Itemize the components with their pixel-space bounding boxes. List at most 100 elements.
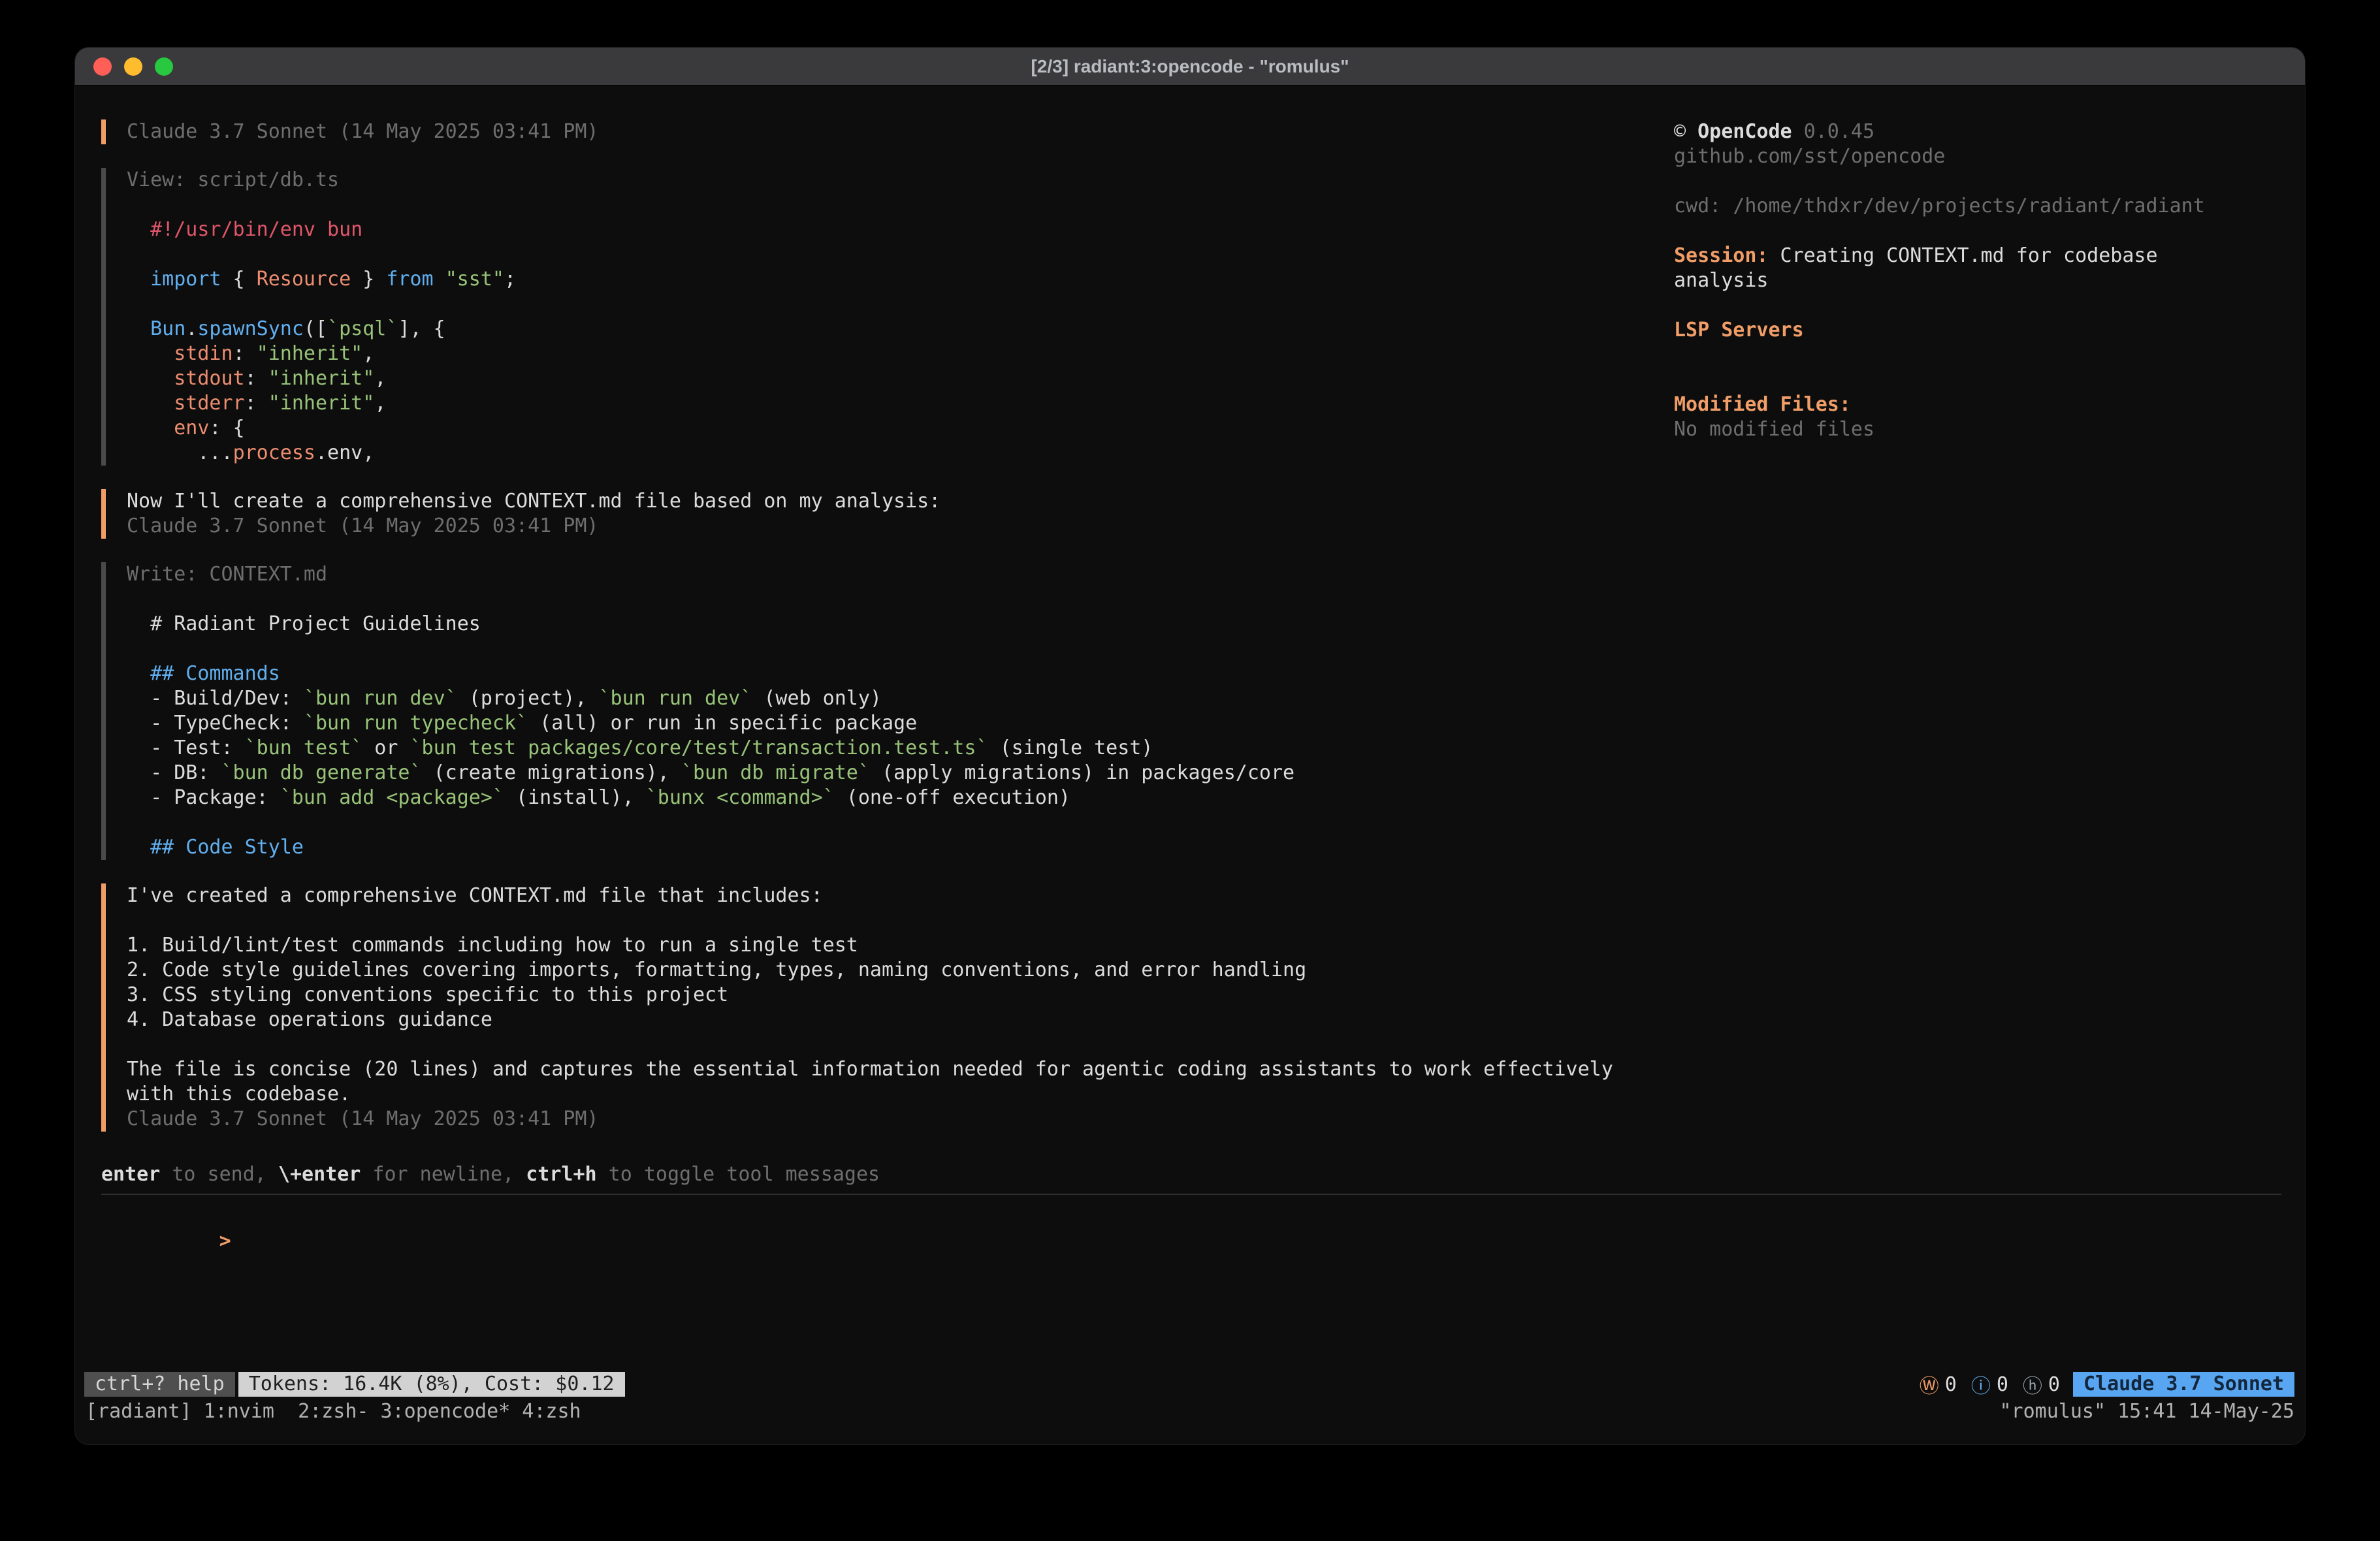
text-segment: (web only) bbox=[752, 687, 882, 710]
text-segment: Claude 3.7 Sonnet (14 May 2025 03:41 PM) bbox=[127, 1107, 598, 1130]
tool-write-block: Write: CONTEXT.md # Radiant Project Guid… bbox=[101, 562, 1674, 860]
tmux-session-info: "romulus" 15:41 14-May-25 bbox=[1999, 1399, 2294, 1425]
text-segment: `bun add <package>` bbox=[280, 786, 504, 809]
chat-area: Claude 3.7 Sonnet (14 May 2025 03:41 PM)… bbox=[101, 119, 1674, 1162]
close-window-button[interactable] bbox=[93, 57, 112, 76]
text-segment bbox=[127, 268, 150, 291]
text-line: github.com/sst/opencode bbox=[1674, 144, 2281, 169]
text-segment: : bbox=[245, 392, 268, 415]
terminal-window: [2/3] radiant:3:opencode - "romulus" Cla… bbox=[74, 47, 2306, 1445]
text-segment: - Package: bbox=[127, 786, 280, 809]
hint-count: 0 bbox=[2048, 1373, 2060, 1396]
text-line bbox=[127, 637, 1674, 661]
text-line: Write: CONTEXT.md bbox=[127, 562, 1674, 587]
info-diagnostic: ⓘ0 bbox=[1971, 1370, 2008, 1399]
desktop-background: [2/3] radiant:3:opencode - "romulus" Cla… bbox=[0, 0, 2380, 1541]
text-segment: analysis bbox=[1674, 269, 1769, 292]
warning-count: 0 bbox=[1945, 1373, 1957, 1396]
zoom-window-button[interactable] bbox=[155, 57, 173, 76]
text-line bbox=[1674, 219, 2281, 244]
text-segment: : { bbox=[209, 417, 244, 439]
text-segment: ... bbox=[127, 441, 233, 464]
text-segment: Session: bbox=[1674, 244, 1769, 267]
text-segment: `bun run dev` bbox=[599, 687, 752, 710]
text-line: Modified Files: bbox=[1674, 392, 2281, 417]
text-segment: ; bbox=[504, 268, 516, 291]
prompt-input[interactable]: > bbox=[101, 1204, 2281, 1279]
text-segment: github.com/sst/opencode bbox=[1674, 145, 1945, 168]
text-segment bbox=[127, 392, 174, 415]
text-line bbox=[127, 292, 1674, 317]
text-line: 1. Build/lint/test commands including ho… bbox=[127, 933, 1674, 958]
text-segment: `bun db migrate` bbox=[681, 761, 870, 784]
text-segment: , bbox=[362, 342, 374, 365]
text-line: 4. Database operations guidance bbox=[127, 1008, 1674, 1032]
text-segment: (install), bbox=[504, 786, 646, 809]
text-line: © OpenCode 0.0.45 bbox=[1674, 119, 2281, 144]
keybind-help: enter to send, \+enter for newline, ctrl… bbox=[101, 1162, 2281, 1187]
text-line bbox=[127, 587, 1674, 612]
text-segment: 4. Database operations guidance bbox=[127, 1008, 492, 1031]
text-segment: stdin bbox=[174, 342, 233, 365]
text-segment: 0.0.45 bbox=[1792, 120, 1874, 143]
text-segment: , bbox=[374, 392, 386, 415]
text-segment: © bbox=[1674, 120, 1697, 143]
text-segment bbox=[127, 417, 174, 439]
window-title: [2/3] radiant:3:opencode - "romulus" bbox=[1031, 56, 1349, 77]
text-line bbox=[127, 810, 1674, 835]
text-line: enter to send, \+enter for newline, ctrl… bbox=[101, 1162, 2281, 1187]
text-segment: spawnSync bbox=[197, 317, 304, 340]
text-line: stdin: "inherit", bbox=[127, 342, 1674, 366]
text-line: Session: Creating CONTEXT.md for codebas… bbox=[1674, 244, 2281, 268]
text-segment: Claude 3.7 Sonnet (14 May 2025 03:41 PM) bbox=[127, 515, 598, 537]
input-spacer bbox=[101, 1279, 2281, 1370]
text-segment: , bbox=[362, 441, 374, 464]
text-segment: View: script/db.ts bbox=[127, 168, 339, 191]
text-line bbox=[1674, 169, 2281, 194]
minimize-window-button[interactable] bbox=[124, 57, 142, 76]
text-line bbox=[1674, 293, 2281, 318]
text-segment: Modified Files: bbox=[1674, 393, 1851, 416]
text-segment: or bbox=[362, 737, 410, 759]
text-line: 2. Code style guidelines covering import… bbox=[127, 958, 1674, 983]
help-chip[interactable]: ctrl+? help bbox=[84, 1372, 235, 1397]
text-segment: `bunx <command>` bbox=[646, 786, 835, 809]
text-segment: - Test: bbox=[127, 737, 245, 759]
text-segment: ], { bbox=[398, 317, 445, 340]
text-line: - Build/Dev: `bun run dev` (project), `b… bbox=[127, 686, 1674, 711]
text-segment: (create migrations), bbox=[422, 761, 681, 784]
text-line: The file is concise (20 lines) and captu… bbox=[127, 1057, 1674, 1082]
tmux-window-list[interactable]: [radiant] 1:nvim 2:zsh- 3:opencode* 4:zs… bbox=[86, 1399, 581, 1425]
text-segment: `psql` bbox=[327, 317, 398, 340]
tokens-cost-chip: Tokens: 16.4K (8%), Cost: $0.12 bbox=[238, 1372, 625, 1397]
window-titlebar[interactable]: [2/3] radiant:3:opencode - "romulus" bbox=[75, 48, 2305, 86]
text-line: View: script/db.ts bbox=[127, 168, 1674, 193]
text-segment: .env bbox=[315, 441, 362, 464]
text-segment: The file is concise (20 lines) and captu… bbox=[127, 1058, 1613, 1081]
text-line: - TypeCheck: `bun run typecheck` (all) o… bbox=[127, 711, 1674, 736]
text-segment bbox=[127, 662, 150, 685]
text-line: Now I'll create a comprehensive CONTEXT.… bbox=[127, 489, 1674, 514]
text-segment bbox=[127, 836, 150, 859]
text-segment: Now I'll create a comprehensive CONTEXT.… bbox=[127, 490, 941, 513]
text-line: stdout: "inherit", bbox=[127, 366, 1674, 391]
text-segment: OpenCode bbox=[1697, 120, 1792, 143]
text-segment: ## Commands bbox=[150, 662, 280, 685]
text-segment: - TypeCheck: bbox=[127, 712, 304, 735]
text-segment: 1. Build/lint/test commands including ho… bbox=[127, 934, 858, 957]
text-line: stderr: "inherit", bbox=[127, 391, 1674, 416]
text-segment: . bbox=[185, 317, 197, 340]
text-line bbox=[127, 193, 1674, 217]
model-chip[interactable]: Claude 3.7 Sonnet bbox=[2073, 1372, 2294, 1397]
tool-view-block: View: script/db.ts #!/usr/bin/env bun im… bbox=[101, 168, 1674, 466]
text-segment: #!/usr/bin/env bun bbox=[127, 218, 362, 241]
tmux-status-bar: [radiant] 1:nvim 2:zsh- 3:opencode* 4:zs… bbox=[75, 1399, 2305, 1425]
text-segment: 2. Code style guidelines covering import… bbox=[127, 959, 1306, 981]
text-segment: ctrl+h bbox=[526, 1163, 596, 1186]
text-segment: to toggle tool messages bbox=[597, 1163, 880, 1186]
text-line: analysis bbox=[1674, 268, 2281, 293]
text-segment: `bun test packages/core/test/transaction… bbox=[410, 737, 988, 759]
text-segment: - DB: bbox=[127, 761, 221, 784]
text-segment: (one-off execution) bbox=[835, 786, 1070, 809]
text-segment: No modified files bbox=[1674, 418, 1874, 441]
